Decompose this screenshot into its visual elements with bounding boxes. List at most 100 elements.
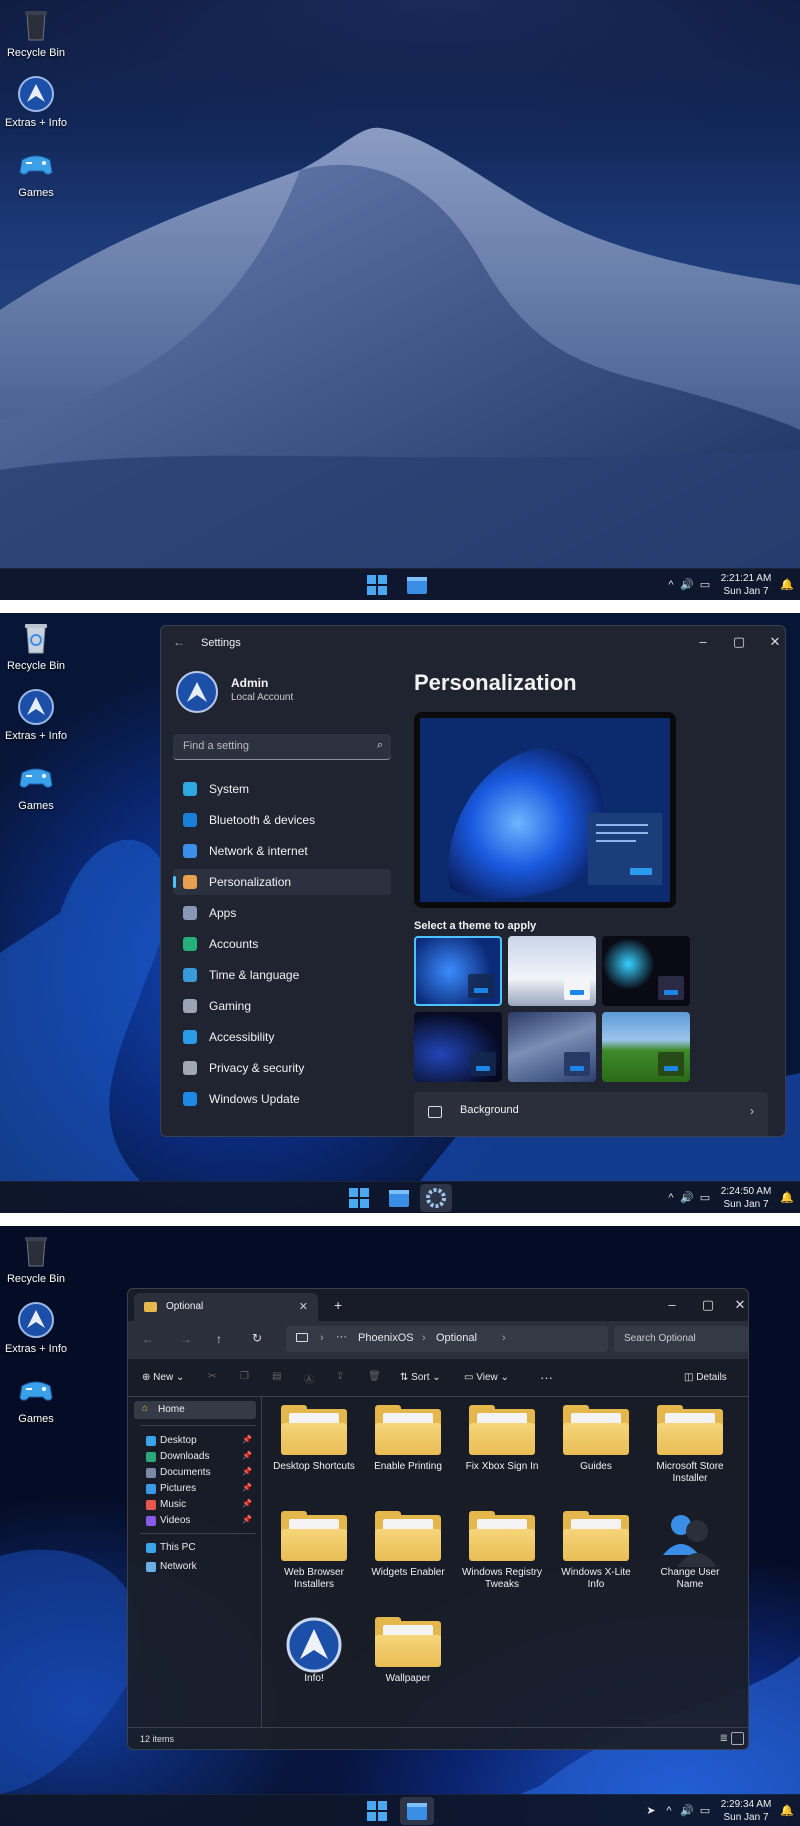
maximize-button[interactable]: ▢ (694, 1295, 722, 1315)
rename-icon[interactable]: Ⓐ (304, 1371, 314, 1386)
file-item[interactable]: Change User Name (646, 1511, 734, 1591)
volume-icon[interactable]: 🔊 (680, 1191, 694, 1205)
theme-tile-flow[interactable] (414, 1012, 502, 1082)
chevron-up-icon[interactable]: ^ (662, 1804, 676, 1818)
sidebar-item-pictures[interactable]: Pictures 📌 (146, 1483, 256, 1494)
sidebar-item-gaming[interactable]: Gaming (173, 993, 391, 1019)
sidebar-item-network-internet[interactable]: Network & internet (173, 838, 391, 864)
notification-bell-icon[interactable]: 🔔 (780, 1804, 794, 1818)
volume-icon[interactable]: 🔊 (680, 578, 694, 592)
sidebar-item-windows-update[interactable]: Windows Update (173, 1086, 391, 1112)
back-arrow-icon[interactable]: ← (173, 635, 185, 649)
close-tab-icon[interactable]: ✕ (299, 1300, 308, 1313)
battery-icon[interactable]: ▭ (698, 1191, 712, 1205)
sidebar-item-privacy-security[interactable]: Privacy & security (173, 1055, 391, 1081)
theme-tile-dunes[interactable] (508, 1012, 596, 1082)
back-arrow-icon[interactable]: ← (142, 1332, 154, 1346)
notification-bell-icon[interactable]: 🔔 (780, 1191, 794, 1205)
sidebar-item-system[interactable]: System (173, 776, 391, 802)
sidebar-item-this-pc[interactable]: This PC (146, 1542, 256, 1553)
cut-icon[interactable]: ✂ (208, 1371, 216, 1382)
sidebar-item-home[interactable]: ⌂ Home (134, 1401, 256, 1419)
theme-tile-glow[interactable] (602, 936, 690, 1006)
details-button[interactable]: ◫ Details (684, 1372, 727, 1383)
sort-button[interactable]: ⇅ Sort ⌄ (400, 1372, 441, 1383)
delete-icon[interactable]: 🗑 (368, 1371, 381, 1382)
desktop-icon-recycle-bin[interactable]: Recycle Bin (4, 4, 68, 59)
notification-bell-icon[interactable]: 🔔 (780, 578, 794, 592)
sidebar-item-bluetooth-devices[interactable]: Bluetooth & devices (173, 807, 391, 833)
desktop-icon-games[interactable]: Games (4, 1370, 68, 1425)
up-arrow-icon[interactable]: ↑ (216, 1332, 222, 1346)
clock[interactable]: 2:29:34 AM Sun Jan 7 (716, 1798, 776, 1824)
forward-arrow-icon[interactable]: → (180, 1332, 192, 1346)
background-setting-row[interactable]: Background › (414, 1092, 768, 1136)
settings-search-input[interactable]: Find a setting ⌕ (173, 734, 391, 760)
desktop-icon-extras-info[interactable]: Extras + Info (4, 687, 68, 742)
file-explorer-taskbar-button[interactable] (405, 573, 429, 597)
breadcrumb-item[interactable]: PhoenixOS (358, 1332, 414, 1344)
start-button[interactable] (347, 1186, 371, 1210)
desktop-icon-games[interactable]: Games (4, 757, 68, 812)
title-bar[interactable]: ← Settings – ▢ ✕ (161, 626, 785, 658)
sidebar-item-network[interactable]: Network (146, 1561, 256, 1572)
sidebar-item-time-language[interactable]: Time & language (173, 962, 391, 988)
start-button[interactable] (365, 1799, 389, 1823)
minimize-button[interactable]: – (689, 632, 717, 652)
chevron-up-icon[interactable]: ^ (664, 1191, 678, 1205)
breadcrumb-overflow[interactable]: ··· (336, 1331, 347, 1343)
file-item[interactable]: Guides (552, 1405, 640, 1473)
file-item[interactable]: Widgets Enabler (364, 1511, 452, 1579)
theme-tile-bloom-dark[interactable] (414, 936, 502, 1006)
file-item[interactable]: Desktop Shortcuts (270, 1405, 358, 1473)
theme-tile-snow[interactable] (508, 936, 596, 1006)
file-item[interactable]: Wallpaper (364, 1617, 452, 1685)
view-button[interactable]: ▭ View ⌄ (464, 1372, 509, 1383)
new-button[interactable]: ⊕ New ⌄ (142, 1372, 184, 1383)
tab-optional[interactable]: Optional ✕ (134, 1293, 318, 1321)
refresh-icon[interactable]: ↻ (252, 1331, 262, 1345)
copy-icon[interactable]: ❐ (240, 1371, 249, 1382)
battery-icon[interactable]: ▭ (698, 1804, 712, 1818)
desktop-icon-extras-info[interactable]: Extras + Info (4, 1300, 68, 1355)
sidebar-item-documents[interactable]: Documents 📌 (146, 1467, 256, 1478)
theme-tile-bliss[interactable] (602, 1012, 690, 1082)
search-input[interactable]: Search Optional (614, 1326, 748, 1352)
breadcrumb[interactable]: › ··· PhoenixOS › Optional › (286, 1326, 608, 1352)
sidebar-item-personalization[interactable]: Personalization (173, 869, 391, 895)
tiles-view-icon[interactable] (731, 1732, 744, 1745)
desktop-icon-extras-info[interactable]: Extras + Info (4, 74, 68, 129)
start-button[interactable] (365, 573, 389, 597)
battery-icon[interactable]: ▭ (698, 578, 712, 592)
desktop-icon-recycle-bin[interactable]: Recycle Bin (4, 617, 68, 672)
close-button[interactable]: ✕ (726, 1295, 748, 1315)
settings-taskbar-button[interactable] (420, 1184, 452, 1212)
file-item[interactable]: Web Browser Installers (270, 1511, 358, 1591)
close-button[interactable]: ✕ (761, 632, 785, 652)
file-item[interactable]: Windows Registry Tweaks (458, 1511, 546, 1591)
sidebar-item-accounts[interactable]: Accounts (173, 931, 391, 957)
sidebar-item-desktop[interactable]: Desktop 📌 (146, 1435, 256, 1446)
more-options-icon[interactable]: ··· (540, 1370, 553, 1385)
clock[interactable]: 2:24:50 AM Sun Jan 7 (716, 1185, 776, 1211)
desktop-icon-recycle-bin[interactable]: Recycle Bin (4, 1230, 68, 1285)
file-item[interactable]: Fix Xbox Sign In (458, 1405, 546, 1473)
sidebar-item-apps[interactable]: Apps (173, 900, 391, 926)
file-explorer-taskbar-button[interactable] (387, 1186, 411, 1210)
minimize-button[interactable]: – (658, 1295, 686, 1315)
list-view-icon[interactable]: ≣ (720, 1733, 728, 1744)
file-explorer-taskbar-button[interactable] (400, 1797, 434, 1825)
chevron-up-icon[interactable]: ^ (664, 578, 678, 592)
sidebar-item-accessibility[interactable]: Accessibility (173, 1024, 391, 1050)
new-tab-button[interactable]: + (334, 1297, 342, 1313)
sidebar-item-videos[interactable]: Videos 📌 (146, 1515, 256, 1526)
paste-icon[interactable]: ▤ (272, 1371, 281, 1382)
file-item[interactable]: Info! (270, 1617, 358, 1685)
file-item[interactable]: Windows X-Lite Info (552, 1511, 640, 1591)
breadcrumb-item[interactable]: Optional (436, 1332, 477, 1344)
sidebar-item-downloads[interactable]: Downloads 📌 (146, 1451, 256, 1462)
share-icon[interactable]: ⇪ (336, 1371, 344, 1382)
file-item[interactable]: Microsoft Store Installer (646, 1405, 734, 1485)
clock[interactable]: 2:21:21 AM Sun Jan 7 (716, 572, 776, 598)
desktop-icon-games[interactable]: Games (4, 144, 68, 199)
